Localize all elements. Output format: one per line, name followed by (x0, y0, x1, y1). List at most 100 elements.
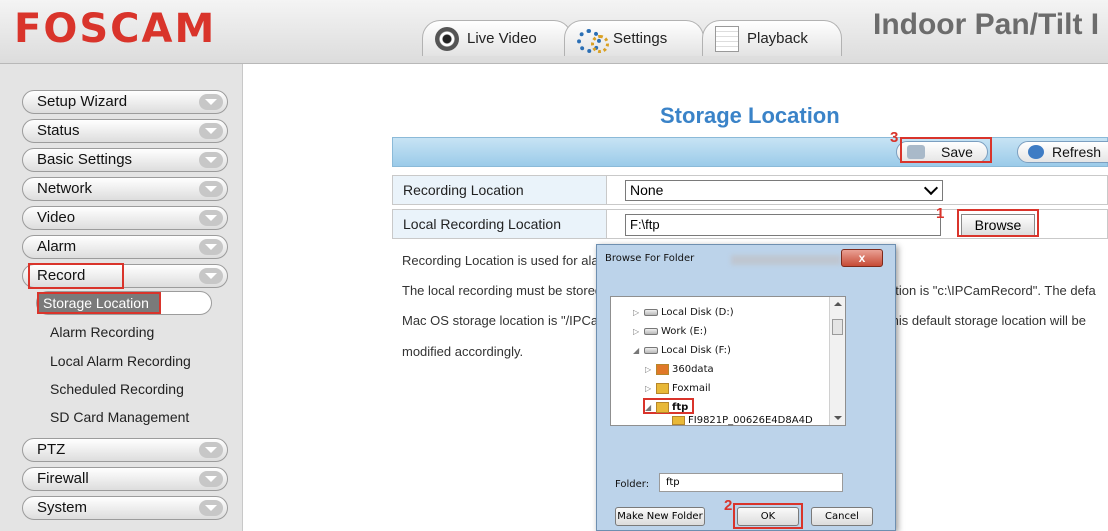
local-recording-location-label: Local Recording Location (393, 210, 607, 238)
chevron-down-icon (199, 471, 223, 487)
make-new-folder-button[interactable]: Make New Folder (615, 507, 705, 526)
scroll-up-icon[interactable] (834, 302, 842, 306)
chevron-down-icon (199, 152, 223, 168)
tree-node-360data[interactable]: ▷ 360data (645, 362, 714, 378)
sidebar-subitem-storage-location[interactable]: Storage Location (36, 291, 212, 315)
sidebar-item-system[interactable]: System (22, 496, 228, 520)
sidebar-subitem-label: Storage Location (37, 292, 161, 314)
tree-node-d[interactable]: ▷ Local Disk (D:) (633, 305, 734, 321)
chevron-down-icon (923, 180, 939, 196)
expand-icon[interactable]: ▷ (633, 324, 641, 340)
sidebar-item-label: Setup Wizard (37, 93, 128, 110)
local-recording-location-input[interactable]: F:\ftp (625, 214, 941, 236)
chevron-down-icon (199, 442, 223, 458)
sidebar-item-basic-settings[interactable]: Basic Settings (22, 148, 228, 172)
sidebar-item-alarm[interactable]: Alarm (22, 235, 228, 259)
sidebar-subitem-local-alarm-recording[interactable]: Local Alarm Recording (50, 353, 191, 369)
calendar-icon (715, 25, 739, 52)
expand-icon[interactable]: ▷ (645, 381, 653, 397)
browse-folder-dialog: Browse For Folder x ▷ Local Disk (D:) ▷ Wo… (596, 244, 896, 531)
sidebar-item-label: System (37, 499, 88, 516)
sidebar-item-firewall[interactable]: Firewall (22, 467, 228, 491)
info-text: Recording Location is used for ala (402, 253, 599, 268)
tree-scrollbar[interactable] (829, 297, 845, 425)
tab-live-video-label: Live Video (467, 30, 537, 47)
sidebar-item-ptz[interactable]: PTZ (22, 438, 228, 462)
record-highlight-box (28, 263, 124, 289)
toolbar: Save Refresh (392, 137, 1108, 167)
tab-settings[interactable]: Settings (564, 20, 704, 56)
tree-node-fi9821p[interactable]: FI9821P_00626E4D8A4D (669, 415, 813, 427)
drive-icon (644, 327, 658, 335)
browse-highlight-box (957, 209, 1039, 237)
sidebar-item-label: Status (37, 122, 80, 139)
eye-icon (435, 26, 459, 51)
sidebar-subitem-sd-card-management[interactable]: SD Card Management (50, 409, 189, 425)
tab-live-video[interactable]: Live Video (422, 20, 572, 56)
sidebar-item-setup-wizard[interactable]: Setup Wizard (22, 90, 228, 114)
step-3-label: 3 (890, 129, 899, 146)
folder-label: Folder: (615, 479, 650, 490)
sidebar-item-label: Video (37, 209, 76, 226)
tree-node-ftp[interactable]: ◢ ftp (643, 398, 695, 416)
collapse-icon[interactable]: ◢ (633, 343, 641, 359)
close-button[interactable]: x (841, 249, 883, 267)
scroll-thumb[interactable] (832, 319, 843, 335)
folder-icon (656, 401, 669, 413)
drive-icon (644, 308, 658, 316)
chevron-down-icon (199, 239, 223, 255)
recording-location-row: Recording Location None (392, 175, 1108, 205)
folder-input[interactable]: ftp (659, 473, 843, 492)
info-text: Mac OS storage location is "/IPCa (402, 313, 599, 328)
save-highlight-box (900, 137, 992, 163)
sidebar-item-video[interactable]: Video (22, 206, 228, 230)
sidebar: Setup Wizard Status Basic Settings Netwo… (0, 64, 243, 531)
sidebar-subitem-scheduled-recording[interactable]: Scheduled Recording (50, 381, 184, 397)
tree-node-label: Work (E:) (661, 326, 707, 337)
sidebar-item-network[interactable]: Network (22, 177, 228, 201)
scroll-down-icon[interactable] (834, 416, 842, 420)
expand-icon[interactable]: ▷ (633, 305, 641, 321)
info-line-2-right: ation is "c:\IPCamRecord". The defa (888, 283, 1096, 298)
page-title: Storage Location (660, 103, 840, 128)
dialog-title: Browse For Folder (605, 253, 695, 264)
refresh-button[interactable]: Refresh (1017, 141, 1108, 163)
folder-icon (656, 382, 669, 394)
sidebar-subitem-alarm-recording[interactable]: Alarm Recording (50, 324, 154, 340)
refresh-icon (1028, 145, 1044, 159)
tree-node-foxmail[interactable]: ▷ Foxmail (645, 381, 711, 397)
folder-tree[interactable]: ▷ Local Disk (D:) ▷ Work (E:) ◢ Local Disk … (610, 296, 846, 426)
gear-icon (577, 27, 609, 53)
product-title: Indoor Pan/Tilt I (873, 8, 1100, 41)
chevron-down-icon (199, 123, 223, 139)
info-line-1: Recording Location is used for ala (402, 253, 599, 268)
tree-node-label: ftp (672, 402, 689, 413)
sidebar-item-status[interactable]: Status (22, 119, 228, 143)
tree-node-label: 360data (672, 364, 714, 375)
info-line-4: modified accordingly. (402, 344, 523, 359)
info-line-3-right: this default storage location will be (888, 313, 1087, 328)
chevron-down-icon (199, 210, 223, 226)
tree-node-e[interactable]: ▷ Work (E:) (633, 324, 707, 340)
cancel-button[interactable]: Cancel (811, 507, 873, 526)
recording-location-select[interactable]: None (625, 180, 943, 201)
tree-node-label: Local Disk (D:) (661, 307, 734, 318)
chevron-down-icon (199, 268, 223, 284)
sidebar-item-label: Network (37, 180, 93, 197)
chevron-down-icon (199, 500, 223, 516)
info-line-3: Mac OS storage location is "/IPCa (402, 313, 598, 328)
tree-node-label: FI9821P_00626E4D8A4D (688, 415, 813, 426)
blurred-title-text (731, 255, 841, 265)
header: FOSCAM Live Video Settings Playback Indo… (0, 0, 1108, 64)
chevron-down-icon (199, 94, 223, 110)
sidebar-item-label: PTZ (37, 441, 66, 458)
tab-playback[interactable]: Playback (702, 20, 842, 56)
tree-node-f[interactable]: ◢ Local Disk (F:) (633, 343, 731, 359)
tab-playback-label: Playback (747, 30, 808, 47)
refresh-label: Refresh (1052, 144, 1102, 160)
step-2-label: 2 (724, 497, 733, 514)
folder-icon (672, 415, 685, 425)
expand-icon[interactable]: ▷ (645, 362, 653, 378)
sidebar-item-label: Basic Settings (37, 151, 133, 168)
collapse-icon[interactable]: ◢ (645, 400, 653, 416)
